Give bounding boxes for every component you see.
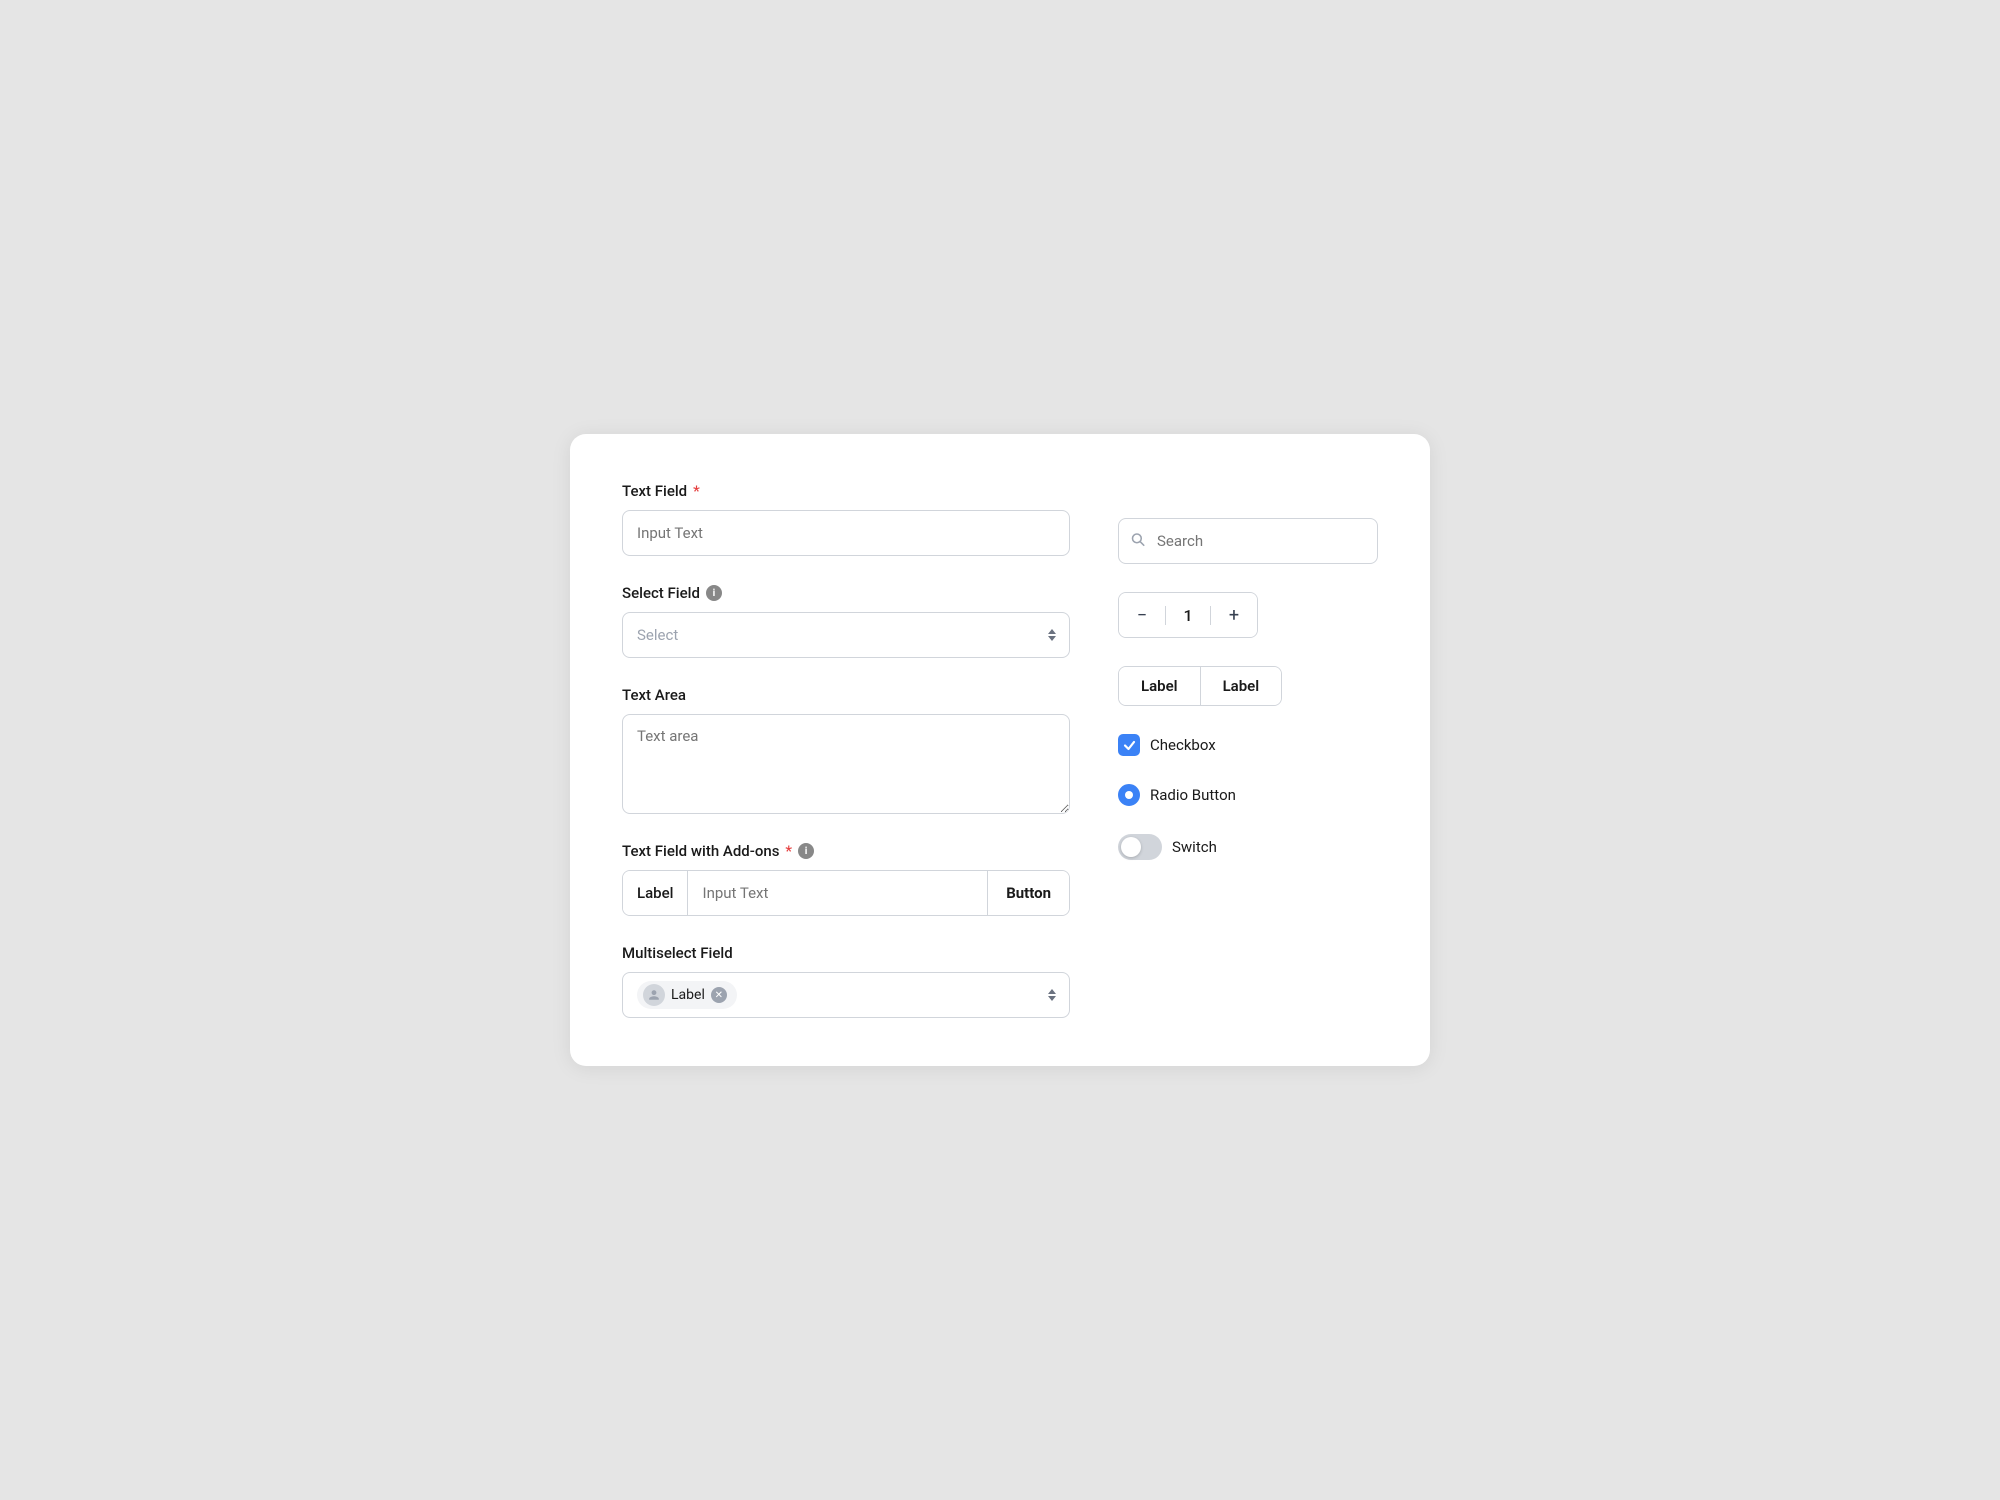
addon-prefix-label: Label xyxy=(623,871,688,915)
button-group-item-1[interactable]: Label xyxy=(1119,667,1201,705)
addon-field-label: Text Field with Add-ons * i xyxy=(622,842,1070,860)
select-wrapper: Select xyxy=(622,612,1070,658)
main-card: Text Field * Select Field i Select xyxy=(570,434,1430,1066)
addon-field-label-text: Text Field with Add-ons xyxy=(622,842,779,860)
text-field-label: Text Field * xyxy=(622,482,1070,500)
text-field-label-text: Text Field xyxy=(622,482,687,500)
multiselect-label: Multiselect Field xyxy=(622,944,1070,962)
radio-label: Radio Button xyxy=(1150,786,1236,804)
radio-inner xyxy=(1125,791,1133,799)
stepper-increment-button[interactable]: + xyxy=(1211,593,1257,637)
stepper-value: 1 xyxy=(1165,606,1211,625)
checkbox[interactable] xyxy=(1118,734,1140,756)
search-icon xyxy=(1130,532,1145,551)
stepper: − 1 + xyxy=(1118,592,1258,638)
radio-button[interactable] xyxy=(1118,784,1140,806)
search-wrapper xyxy=(1118,518,1378,564)
select-info-icon[interactable]: i xyxy=(706,585,722,601)
person-icon xyxy=(648,989,660,1001)
button-group: Label Label xyxy=(1118,666,1282,706)
form-layout: Text Field * Select Field i Select xyxy=(622,482,1378,1018)
stepper-decrement-button[interactable]: − xyxy=(1119,593,1165,637)
search-input[interactable] xyxy=(1118,518,1378,564)
select-field-label-text: Select Field xyxy=(622,584,700,602)
select-field-label: Select Field i xyxy=(622,584,1070,602)
button-group-item-2[interactable]: Label xyxy=(1201,667,1282,705)
textarea-input[interactable] xyxy=(622,714,1070,814)
switch-thumb xyxy=(1121,837,1141,857)
textarea-label-text: Text Area xyxy=(622,686,686,704)
tag-remove-button[interactable]: ✕ xyxy=(711,987,727,1003)
addon-field-group: Text Field with Add-ons * i Label Button xyxy=(622,842,1070,916)
multiselect-tag: Label ✕ xyxy=(637,981,737,1009)
switch-label: Switch xyxy=(1172,838,1217,856)
textarea-label: Text Area xyxy=(622,686,1070,704)
radio-row: Radio Button xyxy=(1118,784,1378,806)
addon-field-wrapper: Label Button xyxy=(622,870,1070,916)
right-column: − 1 + Label Label Checkbox xyxy=(1118,482,1378,1018)
multiselect-group: Multiselect Field Label ✕ xyxy=(622,944,1070,1018)
multiselect-wrapper: Label ✕ xyxy=(622,972,1070,1018)
switch-toggle[interactable] xyxy=(1118,834,1162,860)
text-field-input[interactable] xyxy=(622,510,1070,556)
checkbox-label: Checkbox xyxy=(1150,736,1216,754)
left-column: Text Field * Select Field i Select xyxy=(622,482,1070,1018)
select-input[interactable]: Select xyxy=(622,612,1070,658)
addon-button[interactable]: Button xyxy=(987,871,1069,915)
checkbox-row: Checkbox xyxy=(1118,734,1378,756)
text-field-group: Text Field * xyxy=(622,482,1070,556)
addon-required-star: * xyxy=(785,842,792,860)
required-star: * xyxy=(693,482,700,500)
tag-label-text: Label xyxy=(671,987,705,1003)
multiselect-label-text: Multiselect Field xyxy=(622,944,733,962)
switch-row: Switch xyxy=(1118,834,1378,860)
tag-avatar xyxy=(643,984,665,1006)
addon-info-icon[interactable]: i xyxy=(798,843,814,859)
addon-text-input[interactable] xyxy=(688,871,987,915)
select-field-group: Select Field i Select xyxy=(622,584,1070,658)
textarea-group: Text Area xyxy=(622,686,1070,814)
multiselect-field[interactable]: Label ✕ xyxy=(622,972,1070,1018)
